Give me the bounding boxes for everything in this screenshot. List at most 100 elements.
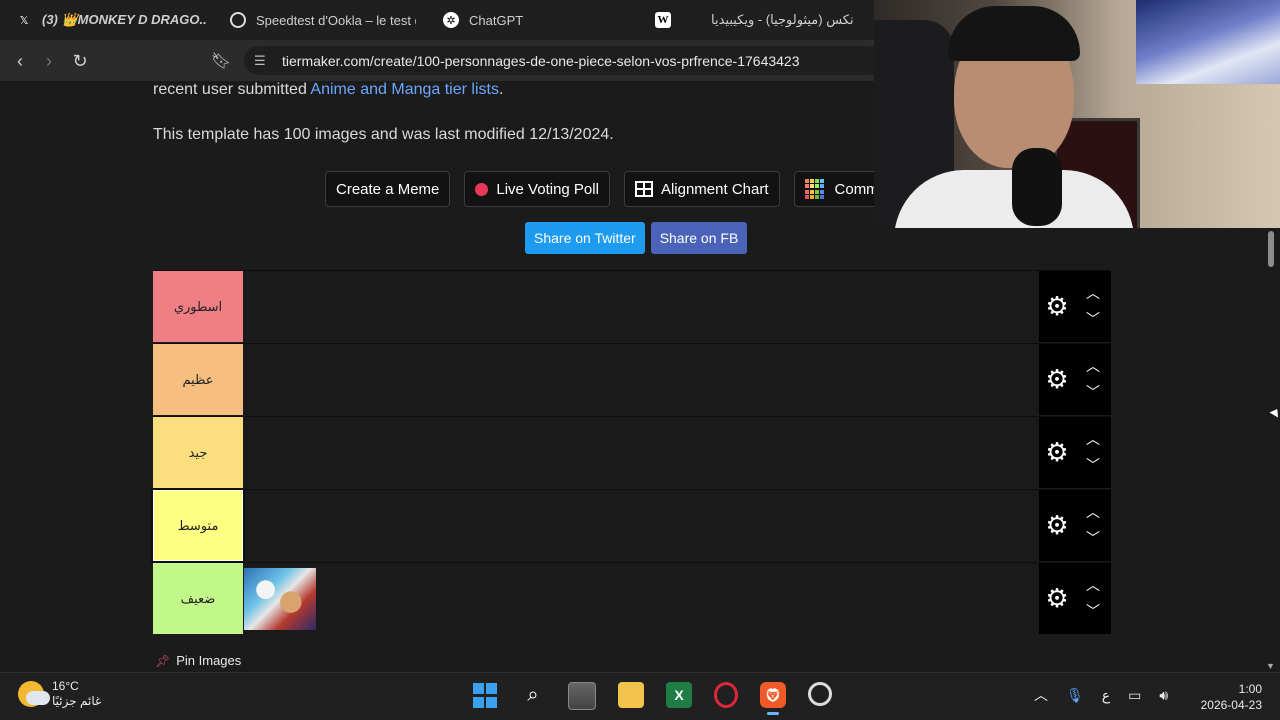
tier-controls: ⚙ ︿ ﹀ xyxy=(1039,563,1111,634)
tier-label[interactable]: اسطوري xyxy=(153,271,243,342)
forward-icon[interactable]: › xyxy=(38,50,60,72)
clock[interactable]: 1:00 2026-04-23 xyxy=(1201,681,1262,713)
tier-row: ضعيف ⚙ ︿ ﹀ xyxy=(153,562,1111,634)
gear-icon[interactable]: ⚙ xyxy=(1045,585,1069,611)
intro-suffix: . xyxy=(498,81,504,98)
chevron-up-icon[interactable]: ︿ xyxy=(1034,685,1048,705)
brave-browser-icon[interactable]: 🦁︎ xyxy=(760,682,786,715)
chatgpt-icon: ✲ xyxy=(443,12,459,28)
microphone-icon[interactable]: 🎙︎ xyxy=(1066,687,1084,704)
alignment-chart-button[interactable]: Alignment Chart xyxy=(623,171,780,207)
wikipedia-icon: W xyxy=(655,12,671,28)
file-explorer-icon[interactable] xyxy=(618,682,644,708)
button-label: Live Voting Poll xyxy=(496,180,599,198)
tier-label[interactable]: متوسط xyxy=(151,488,245,563)
chevron-down-icon[interactable]: ﹀ xyxy=(1084,312,1102,326)
tab-label: نكس (ميثولوجيا) - ويكيبيديا xyxy=(711,12,853,27)
tab-chatgpt[interactable]: ✲ ChatGPT xyxy=(443,4,613,36)
tab-label: (3) 👑MONKEY D DRAGO... xyxy=(42,12,206,27)
x-logo-icon: 𝕏 xyxy=(19,14,29,27)
tier-row: متوسط ⚙ ︿ ﹀ xyxy=(151,488,1111,563)
chevron-down-icon[interactable]: ﹀ xyxy=(1084,458,1102,472)
live-voting-poll-button[interactable]: Live Voting Poll xyxy=(464,171,610,207)
create-meme-button[interactable]: Create a Meme xyxy=(325,171,451,207)
excel-icon[interactable]: X xyxy=(666,682,692,708)
gear-icon[interactable]: ⚙ xyxy=(1045,366,1069,392)
tab-label: Speedtest d'Ookla – le test de ... xyxy=(256,12,416,28)
bookmark-icon[interactable]: 🔖︎ xyxy=(210,50,232,72)
url-text: tiermaker.com/create/100-personnages-de-… xyxy=(282,52,800,69)
grid-icon xyxy=(634,181,653,197)
reload-icon[interactable]: ↻ xyxy=(69,50,91,72)
chevron-up-icon[interactable]: ︿ xyxy=(1084,578,1102,592)
scrollbar-thumb[interactable] xyxy=(1268,231,1274,267)
task-view-icon[interactable] xyxy=(568,682,596,710)
intro-prefix: recent user submitted xyxy=(153,81,311,98)
weather-icon xyxy=(18,681,50,707)
chevron-down-icon[interactable]: ﹀ xyxy=(1084,531,1102,545)
chevron-down-icon[interactable]: ﹀ xyxy=(1084,385,1102,399)
back-icon[interactable]: ‹ xyxy=(9,50,31,72)
tab-speedtest[interactable]: Speedtest d'Ookla – le test de ... xyxy=(230,4,416,36)
person-cap xyxy=(948,6,1080,61)
template-info: This template has 100 images and was las… xyxy=(153,126,614,143)
search-icon[interactable]: ⌕ xyxy=(520,682,546,708)
tab-wikipedia[interactable]: W نكس (ميثولوجيا) - ويكيبيديا xyxy=(655,4,853,36)
chevron-up-icon[interactable]: ︿ xyxy=(1084,286,1102,300)
pin-icon: 📌︎ xyxy=(155,653,171,668)
button-label: Alignment Chart xyxy=(660,180,769,198)
obs-icon[interactable] xyxy=(808,682,832,706)
tier-row: اسطوري ⚙ ︿ ﹀ xyxy=(153,270,1111,342)
weather-widget[interactable]: 16°C غائم جزئيًا xyxy=(18,679,101,709)
tier-row: جيد ⚙ ︿ ﹀ xyxy=(153,416,1111,488)
share-twitter-button[interactable]: Share on Twitter xyxy=(525,222,645,254)
volume-icon[interactable]: 🔊︎ xyxy=(1159,687,1168,704)
mosaic-icon xyxy=(804,179,825,199)
url-field[interactable]: ☰ tiermaker.com/create/100-personnages-d… xyxy=(244,46,884,75)
tier-label[interactable]: جيد xyxy=(153,417,243,488)
temperature: 16°C xyxy=(52,679,79,693)
intro-text: recent user submitted Anime and Manga ti… xyxy=(153,81,503,99)
anime-manga-link[interactable]: Anime and Manga tier lists xyxy=(310,81,499,98)
gear-icon[interactable]: ⚙ xyxy=(1045,512,1069,538)
share-fb-button[interactable]: Share on FB xyxy=(650,222,748,254)
button-label: Create a Meme xyxy=(336,180,440,198)
site-settings-icon[interactable]: ☰ xyxy=(254,53,270,69)
pin-images-label: Pin Images xyxy=(176,653,242,668)
speedtest-icon xyxy=(230,12,246,28)
tab-label: ChatGPT xyxy=(469,12,524,28)
wall-poster xyxy=(1136,0,1280,84)
taskbar-apps: ⌕ X 🦁︎ xyxy=(472,682,832,715)
chevron-up-icon[interactable]: ︿ xyxy=(1084,359,1102,373)
action-buttons: Create a Meme Live Voting Poll Alignment… xyxy=(325,171,922,207)
system-tray: ︿ 🎙︎ ع ▭ 🔊︎ xyxy=(1034,685,1168,705)
tier-controls: ⚙ ︿ ﹀ xyxy=(1039,417,1111,488)
tab-x[interactable]: 𝕏 (3) 👑MONKEY D DRAGO... xyxy=(16,4,206,36)
network-icon[interactable]: ▭ xyxy=(1128,687,1141,704)
webcam-overlay xyxy=(874,0,1280,228)
character-thumbnail[interactable] xyxy=(244,568,316,630)
tier-label[interactable]: عظيم xyxy=(153,344,243,415)
chevron-up-icon[interactable]: ︿ xyxy=(1084,505,1102,519)
opera-icon[interactable] xyxy=(714,682,738,708)
tier-controls: ⚙ ︿ ﹀ xyxy=(1039,271,1111,342)
chevron-up-icon[interactable]: ︿ xyxy=(1084,432,1102,446)
chevron-down-icon[interactable]: ﹀ xyxy=(1084,604,1102,618)
taskbar: 16°C غائم جزئيًا ⌕ X 🦁︎ ︿ 🎙︎ ع ▭ 🔊︎ 1:00… xyxy=(0,672,1280,720)
share-buttons: Share on Twitter Share on FB xyxy=(525,222,748,254)
pin-images-toggle[interactable]: 📌︎ Pin Images xyxy=(155,653,241,668)
time: 1:00 xyxy=(1238,682,1262,696)
gear-icon[interactable]: ⚙ xyxy=(1045,439,1069,465)
record-dot-icon xyxy=(475,182,489,196)
tier-controls: ⚙ ︿ ﹀ xyxy=(1039,344,1111,415)
date: 2026-04-23 xyxy=(1200,698,1262,712)
tier-row: عظيم ⚙ ︿ ﹀ xyxy=(153,343,1111,415)
tier-controls: ⚙ ︿ ﹀ xyxy=(1039,490,1111,561)
input-language[interactable]: ع xyxy=(1102,687,1110,704)
gear-icon[interactable]: ⚙ xyxy=(1045,293,1069,319)
weather-condition: غائم جزئيًا xyxy=(52,694,102,708)
microphone xyxy=(1012,148,1062,226)
windows-start-icon[interactable] xyxy=(472,682,498,708)
scroll-down-arrow[interactable]: ▼ xyxy=(1266,662,1276,671)
tier-label[interactable]: ضعيف xyxy=(153,563,243,634)
